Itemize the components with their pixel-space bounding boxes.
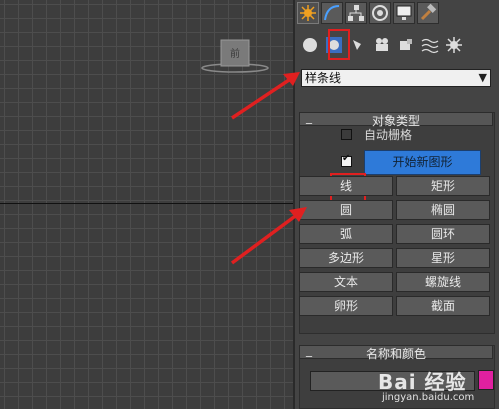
create-tab[interactable]: [297, 2, 319, 24]
chevron-down-icon: ▼: [478, 71, 487, 84]
geometry-sphere-icon: [303, 38, 317, 52]
geometry-button[interactable]: [301, 36, 319, 54]
object-type-button[interactable]: 椭圆: [396, 200, 490, 220]
autogrid-label: 自动栅格: [364, 128, 413, 142]
watermark-url: jingyan.baidu.com: [382, 392, 475, 403]
modify-curve-icon: [324, 5, 340, 21]
object-type-button[interactable]: 圆: [299, 200, 393, 220]
start-new-shape-button[interactable]: 开始新图形: [364, 150, 481, 175]
command-panel: 样条线 ▼ _ 对象类型 自动栅格 开始新图形 _ 名称和颜色 线矩形圆椭圆弧圆…: [295, 0, 499, 409]
viewcube-face-label: 前: [230, 47, 240, 60]
object-type-button[interactable]: 多边形: [299, 248, 393, 268]
object-type-button[interactable]: 矩形: [396, 176, 490, 196]
grid-axis-line: [0, 203, 293, 204]
autogrid-checkbox[interactable]: [341, 129, 352, 140]
display-tab[interactable]: [393, 2, 415, 24]
modify-tab[interactable]: [321, 2, 343, 24]
object-type-button[interactable]: 螺旋线: [396, 272, 490, 292]
lights-icon: [353, 40, 361, 50]
motion-tab[interactable]: [369, 2, 391, 24]
object-type-button[interactable]: 线: [299, 176, 393, 196]
name-color-rollout-header[interactable]: _ 名称和颜色: [299, 343, 493, 361]
object-type-button[interactable]: 截面: [396, 296, 490, 316]
object-type-button[interactable]: 卵形: [299, 296, 393, 316]
object-type-button[interactable]: 文本: [299, 272, 393, 292]
utilities-tab[interactable]: [417, 2, 439, 24]
object-type-button[interactable]: 圆环: [396, 224, 490, 244]
create-star-icon: [300, 5, 316, 21]
category-dropdown[interactable]: 样条线 ▼: [301, 69, 491, 87]
start-new-shape-checkbox[interactable]: [341, 153, 352, 167]
object-type-rollout-header[interactable]: _ 对象类型: [299, 110, 493, 128]
systems-icon: [446, 37, 462, 53]
lights-button[interactable]: [349, 36, 367, 54]
cameras-button[interactable]: [373, 36, 391, 54]
baidu-watermark: Bai 经验 jingyan.baidu.com: [340, 366, 495, 408]
spacewarps-button[interactable]: [421, 36, 439, 54]
utilities-hammer-icon: [420, 3, 437, 21]
command-panel-tabs: [295, 0, 499, 27]
hierarchy-icon: [348, 5, 364, 21]
systems-button[interactable]: [445, 36, 463, 54]
object-type-button[interactable]: 星形: [396, 248, 490, 268]
viewcube-gizmo[interactable]: 前: [200, 38, 270, 78]
motion-icon: [372, 5, 388, 21]
helpers-icon: [400, 39, 412, 50]
helpers-button[interactable]: [397, 36, 415, 54]
hierarchy-tab[interactable]: [345, 2, 367, 24]
perspective-viewport[interactable]: 前: [0, 0, 293, 409]
display-monitor-icon: [396, 5, 412, 20]
watermark-brand: Bai 经验: [378, 370, 467, 394]
name-color-rollout-title: 名称和颜色: [365, 347, 426, 361]
category-dropdown-value: 样条线: [305, 71, 342, 85]
shapes-highlight-box: [328, 29, 350, 60]
cameras-icon: [376, 38, 388, 51]
spacewarps-icon: [421, 38, 439, 54]
object-type-button[interactable]: 弧: [299, 224, 393, 244]
